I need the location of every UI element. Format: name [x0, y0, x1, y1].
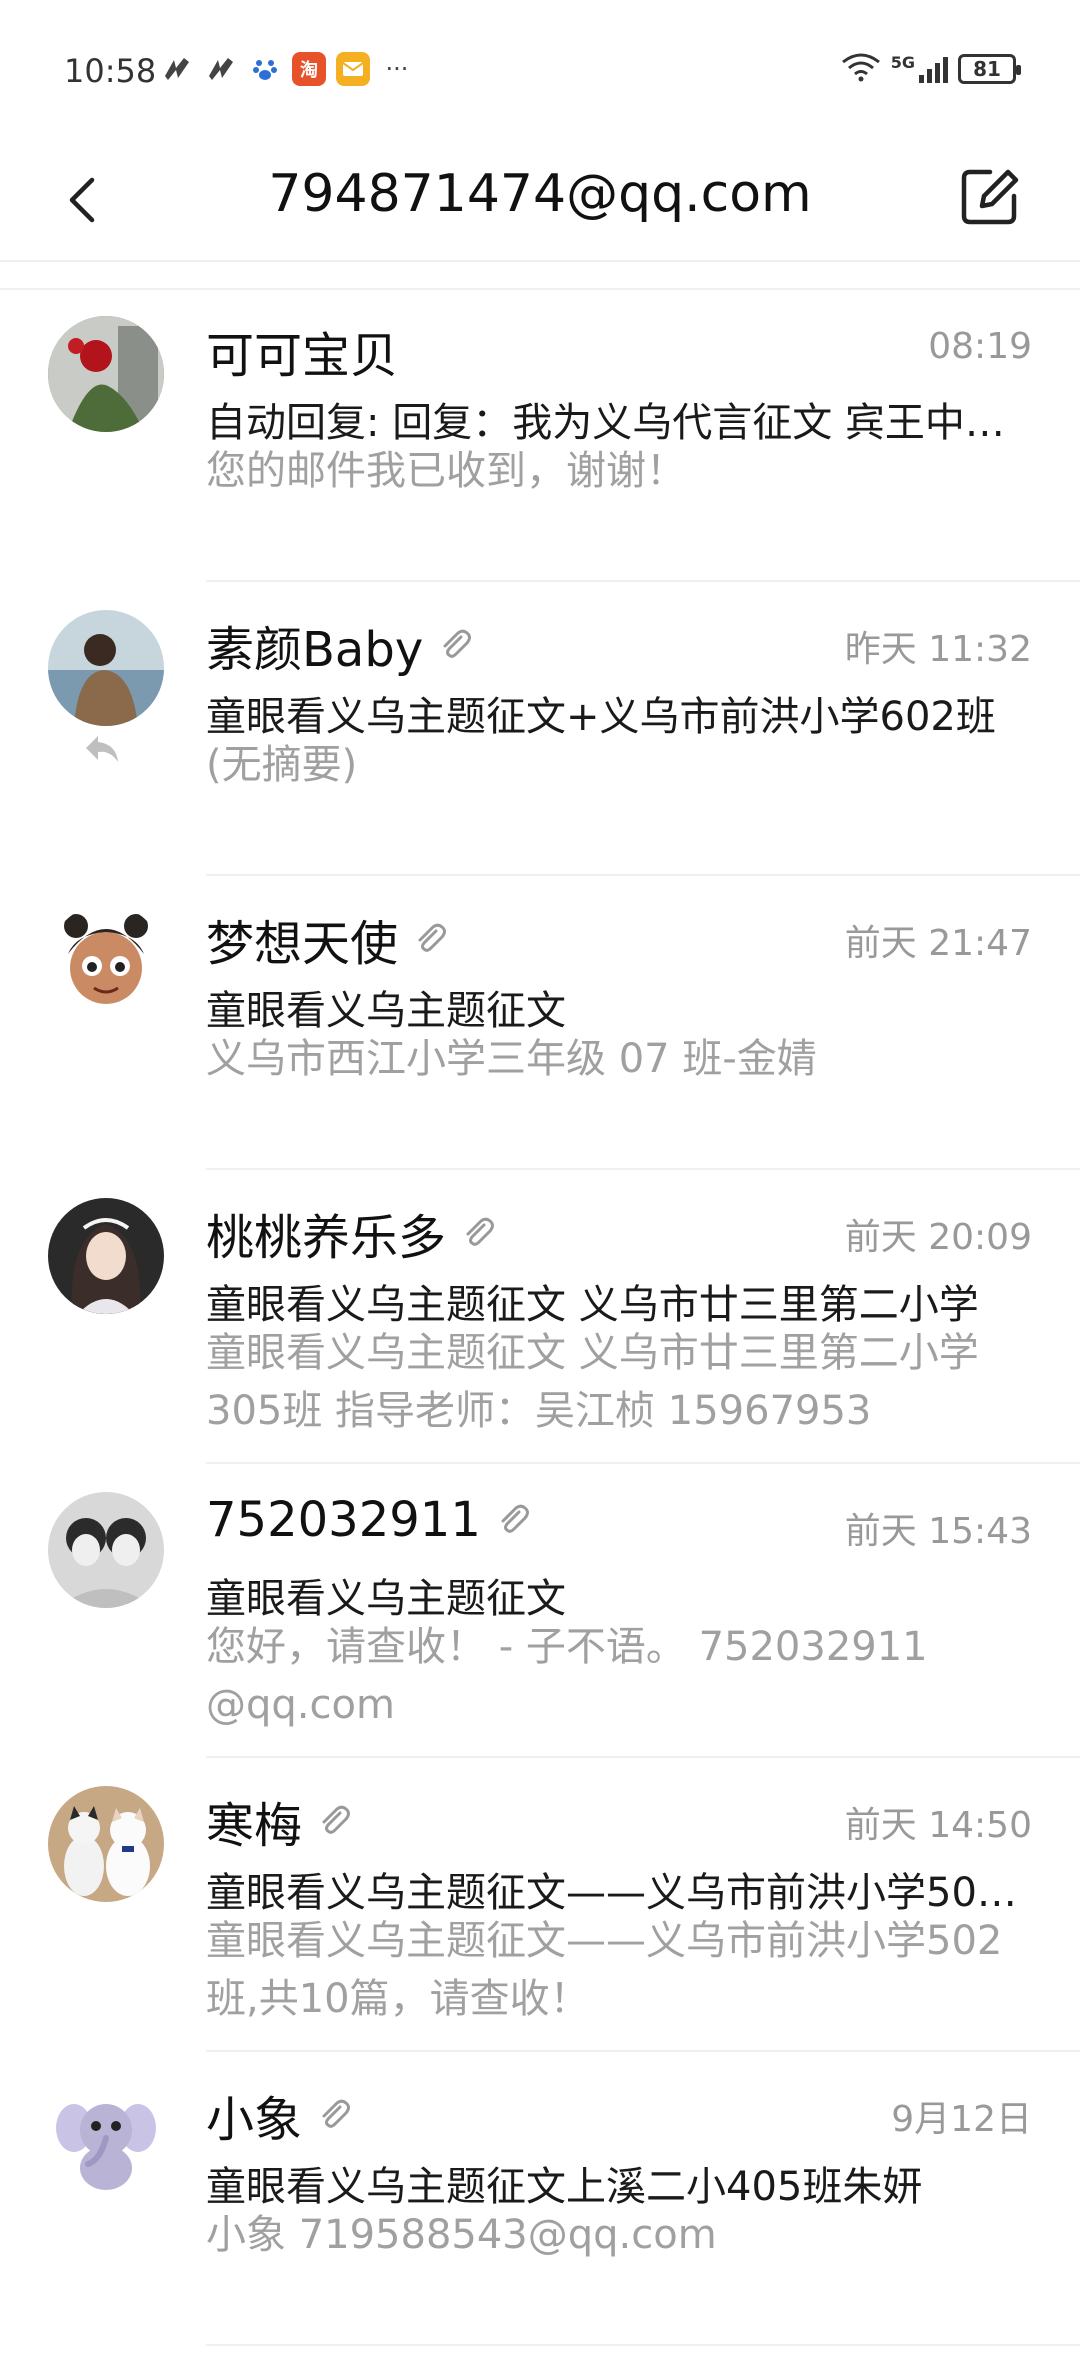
- mail-time: 9月12日: [891, 2099, 1032, 2140]
- list-top-divider: [0, 262, 1080, 290]
- mail-preview: 您好，请查收！ - 子不语。 752032911 @qq.com: [206, 1624, 928, 1728]
- attachment-icon: [443, 629, 472, 658]
- status-system-icons: 5G 81: [841, 52, 1021, 86]
- mail-item[interactable]: 寒梅 前天 14:50 童眼看义乌主题征文——义乌市前洪小学502班 童眼看义乌…: [0, 1760, 1080, 2054]
- mail-preview: 小象 719588543@qq.com: [206, 2212, 717, 2258]
- sender-name: 桃桃养乐多: [206, 1198, 498, 1268]
- attachment-icon: [322, 1805, 351, 1834]
- attachment-icon: [501, 1504, 529, 1533]
- battery-level: 81: [973, 57, 1001, 81]
- item-divider: [206, 2050, 1080, 2052]
- more-notifications-icon: ···: [385, 55, 409, 83]
- mail-item[interactable]: 752032911 前天 15:43 童眼看义乌主题征文 您好，请查收！ - 子…: [0, 1466, 1080, 1760]
- mail-subject: 童眼看义乌主题征文 义乌市廿三里第二小学: [206, 1282, 979, 1328]
- item-divider: [206, 1168, 1080, 1170]
- mail-preview: 童眼看义乌主题征文——义乌市前洪小学502班,共10篇，请查收！: [206, 1918, 1003, 2022]
- mail-time: 08:19: [928, 326, 1032, 367]
- status-bar: 10:58 淘 ··· 5G 81: [0, 0, 1080, 140]
- mail-preview: 义乌市西江小学三年级 07 班-金婧: [206, 1036, 817, 1082]
- status-notification-icons: 淘 ···: [160, 52, 414, 86]
- mail-app-icon: [336, 52, 370, 86]
- mail-subject: 童眼看义乌主题征文: [206, 988, 566, 1034]
- attachment-icon: [418, 923, 447, 952]
- mail-item[interactable]: 桃桃养乐多 前天 20:09 童眼看义乌主题征文 义乌市廿三里第二小学 童眼看义…: [0, 1172, 1080, 1466]
- replied-icon: [82, 732, 122, 766]
- item-divider: [206, 874, 1080, 876]
- status-time: 10:58: [64, 52, 157, 90]
- mail-subject: 童眼看义乌主题征文+义乌市前洪小学602班: [206, 694, 996, 740]
- mail-item[interactable]: 小象 9月12日 童眼看义乌主题征文上溪二小405班朱妍 小象 71958854…: [0, 2054, 1080, 2348]
- sender-name: 小象: [206, 2080, 354, 2150]
- mail-preview: (无摘要): [206, 742, 358, 788]
- mail-time: 前天 20:09: [844, 1217, 1032, 1258]
- taobao-app-icon: 淘: [292, 52, 326, 86]
- sender-name: 梦想天使: [206, 904, 450, 974]
- app-notification-icon: [204, 52, 238, 86]
- avatar: [48, 904, 164, 1020]
- sender-name: 可可宝贝: [206, 328, 399, 384]
- avatar: [48, 610, 164, 726]
- sender-name: 素颜Baby: [206, 610, 475, 680]
- mail-time: 前天 15:43: [844, 1511, 1032, 1552]
- mail-subject: 童眼看义乌主题征文: [206, 1576, 566, 1622]
- mail-time: 昨天 11:32: [844, 629, 1032, 670]
- mail-preview: 您的邮件我已收到，谢谢！: [206, 448, 686, 494]
- attachment-icon: [466, 1217, 495, 1246]
- app-header: 794871474@qq.com: [0, 140, 1080, 262]
- mailbox-title: 794871474@qq.com: [268, 164, 812, 224]
- mail-item[interactable]: 可可宝贝 08:19 自动回复: 回复：我为义乌代言征文 宾王中学810班 您的…: [0, 290, 1080, 584]
- attachment-icon: [322, 2099, 351, 2128]
- mail-preview: 童眼看义乌主题征文 义乌市廿三里第二小学 305班 指导老师：吴江桢 15967…: [206, 1330, 979, 1434]
- mail-subject: 童眼看义乌主题征文上溪二小405班朱妍: [206, 2164, 923, 2210]
- mail-subject: 自动回复: 回复：我为义乌代言征文 宾王中学810班: [206, 400, 1032, 446]
- item-divider: [206, 1756, 1080, 1758]
- sender-name: 752032911: [206, 1492, 533, 1548]
- sender-name: 寒梅: [206, 1786, 354, 1856]
- avatar: [48, 1786, 164, 1902]
- mail-item[interactable]: 梦想天使 前天 21:47 童眼看义乌主题征文 义乌市西江小学三年级 07 班-…: [0, 878, 1080, 1172]
- network-type-label: 5G: [890, 52, 915, 72]
- avatar: [48, 1492, 164, 1608]
- item-divider: [206, 2344, 1080, 2346]
- mail-item[interactable]: 素颜Baby 昨天 11:32 童眼看义乌主题征文+义乌市前洪小学602班 (无…: [0, 584, 1080, 878]
- compose-button[interactable]: [954, 162, 1024, 232]
- app-notification-icon: [160, 52, 194, 86]
- item-divider: [206, 580, 1080, 582]
- signal-icon: [919, 55, 948, 83]
- mail-time: 前天 21:47: [844, 923, 1032, 964]
- mail-time: 前天 14:50: [844, 1805, 1032, 1846]
- mail-subject: 童眼看义乌主题征文——义乌市前洪小学502班: [206, 1870, 1032, 1916]
- avatar: [48, 316, 164, 432]
- avatar: [48, 2080, 164, 2196]
- paw-app-icon: [248, 52, 282, 86]
- battery-icon: 81: [958, 54, 1021, 84]
- avatar: [48, 1198, 164, 1314]
- wifi-icon: [841, 52, 881, 86]
- compose-icon: [961, 169, 1019, 225]
- item-divider: [206, 1462, 1080, 1464]
